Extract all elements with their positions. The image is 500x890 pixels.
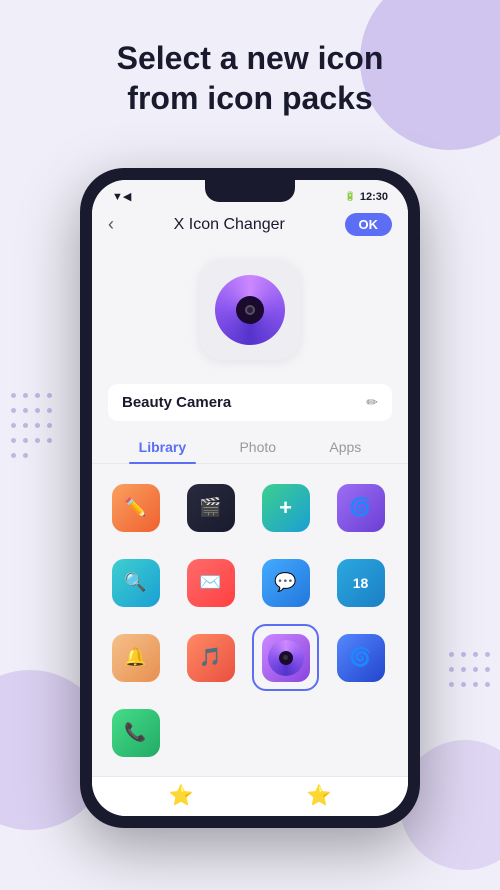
list-item[interactable]: ✏️ [102, 474, 169, 541]
edit-icon[interactable]: ✏ [366, 394, 378, 411]
app-name-area: Beauty Camera ✏ [108, 384, 392, 421]
icon-img: 📞 [112, 709, 160, 757]
list-item[interactable]: 🎵 [177, 624, 244, 691]
icon-img: ✏️ [112, 484, 160, 532]
icon-img: 🔍 [112, 559, 160, 607]
icon-img: 🔔 [112, 634, 160, 682]
icon-img: + [262, 484, 310, 532]
list-item[interactable]: 🎬 [177, 474, 244, 541]
list-item-selected[interactable] [252, 624, 319, 691]
status-right: 🔋 12:30 [345, 191, 388, 203]
phone-mockup: ▼◀ 🔋 12:30 ‹ X Icon Changer OK [80, 168, 420, 828]
tab-photo[interactable]: Photo [229, 433, 286, 463]
app-header-title: X Icon Changer [174, 216, 285, 234]
list-item[interactable]: 🔍 [102, 549, 169, 616]
list-item[interactable]: 💬 [252, 549, 319, 616]
status-time: 12:30 [360, 191, 388, 203]
status-left: ▼◀ [112, 190, 131, 203]
list-item[interactable]: ✉️ [177, 549, 244, 616]
icon-img: 💬 [262, 559, 310, 607]
icon-img: 🌀 [337, 484, 385, 532]
phone-notch [205, 180, 295, 202]
back-button[interactable]: ‹ [108, 214, 114, 235]
icon-preview-area [92, 244, 408, 372]
list-item[interactable]: 📞 [102, 699, 169, 766]
icon-img: 18 [337, 559, 385, 607]
bottom-star-icon[interactable]: ⭐ [169, 783, 194, 808]
list-item[interactable]: + [252, 474, 319, 541]
battery-icon: 🔋 [345, 191, 356, 202]
icon-img: 🎵 [187, 634, 235, 682]
list-item[interactable]: 🏅 [402, 474, 408, 541]
bottom-star-icon-2[interactable]: ⭐ [307, 783, 332, 808]
list-item[interactable]: 🌀 [327, 624, 394, 691]
app-name-text: Beauty Camera [122, 394, 231, 411]
icon-img: 🌀 [337, 634, 385, 682]
list-item[interactable]: 18 [327, 549, 394, 616]
icon-img: 🎬 [187, 484, 235, 532]
eye-pupil [245, 305, 255, 315]
list-item[interactable]: 🔮 [402, 549, 408, 616]
tabs-row: Library Photo Apps [92, 429, 408, 464]
icon-img: ✉️ [187, 559, 235, 607]
ok-button[interactable]: OK [345, 213, 393, 236]
preview-icon [215, 275, 285, 345]
icon-grid: ✏️ 🎬 + 🌀 🏅 🔍 ✉️ 💬 [92, 464, 408, 776]
list-item[interactable]: 🔔 [102, 624, 169, 691]
dots-left [8, 390, 52, 461]
icon-img-selected [262, 634, 310, 682]
bottom-row: ⭐ ⭐ [92, 776, 408, 816]
list-item[interactable]: 🌀 [327, 474, 394, 541]
app-header: ‹ X Icon Changer OK [92, 207, 408, 244]
signal-icon: ▼◀ [112, 190, 131, 203]
dots-right [446, 649, 490, 690]
phone-screen: ▼◀ 🔋 12:30 ‹ X Icon Changer OK [92, 180, 408, 816]
icon-preview-box [200, 260, 300, 360]
tab-library[interactable]: Library [129, 433, 196, 463]
page-title: Select a new icon from icon packs [0, 38, 500, 118]
list-item[interactable]: 🏔 [402, 624, 408, 691]
eye-inner [236, 296, 264, 324]
tab-apps[interactable]: Apps [319, 433, 371, 463]
